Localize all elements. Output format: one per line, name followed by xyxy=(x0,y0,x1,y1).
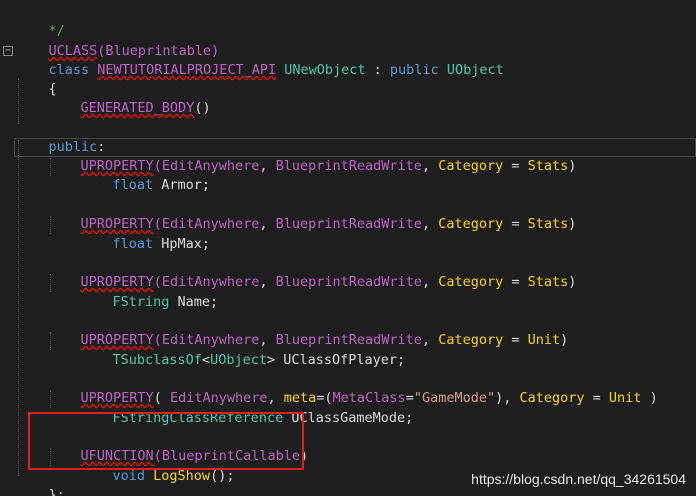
code-line: UPROPERTY( EditAnywhere, meta=(MetaClass… xyxy=(48,370,658,406)
value-token: Unit xyxy=(608,390,642,406)
macro-token: GENERATED_BODY xyxy=(80,100,195,116)
specifier-token: Category xyxy=(438,216,504,232)
specifier-token: BlueprintReadWrite xyxy=(275,274,422,290)
equals-token: = xyxy=(584,390,609,406)
annotation-highlight-box xyxy=(28,412,304,470)
type-token: float xyxy=(112,236,154,252)
value-token: Stats xyxy=(527,216,569,232)
code-line: UCLASS(Blueprintable) xyxy=(16,23,220,59)
type-token: float xyxy=(112,177,154,193)
paren-token: ) xyxy=(568,274,577,290)
collapse-icon[interactable]: − xyxy=(3,46,13,56)
value-token: Unit xyxy=(527,332,561,348)
equals-token: = xyxy=(503,158,528,174)
code-line: UPROPERTY(EditAnywhere, BlueprintReadWri… xyxy=(48,196,577,232)
code-editor[interactable]: − */ UCLASS(Blueprintable) class NEWTUTO… xyxy=(0,0,696,496)
keyword-token: public xyxy=(389,62,439,78)
comma-token: , xyxy=(421,274,439,290)
identifier-token: Name; xyxy=(169,294,219,310)
identifier-token: Armor; xyxy=(153,177,211,193)
parens-token: (); xyxy=(210,468,235,484)
equals-token: = xyxy=(503,332,528,348)
function-name-token: LogShow xyxy=(145,468,211,484)
angle-token: < xyxy=(201,352,211,368)
specifier-token: Category xyxy=(438,274,504,290)
code-line: UPROPERTY(EditAnywhere, BlueprintReadWri… xyxy=(48,254,577,290)
code-line: FString Name; xyxy=(80,274,219,310)
identifier-token: HpMax; xyxy=(153,236,211,252)
type-token: TSubclassOf xyxy=(112,352,202,368)
equals-token: = xyxy=(503,274,528,290)
comma-token: , xyxy=(259,216,276,232)
specifier-token: Category xyxy=(438,332,504,348)
indent-guide xyxy=(18,140,19,476)
specifier-token: Category xyxy=(519,390,585,406)
specifier-token: BlueprintReadWrite xyxy=(275,158,422,174)
template-arg-token: UObject xyxy=(210,352,267,368)
outline-gutter xyxy=(0,0,14,496)
watermark: https://blog.csdn.net/qq_34261504 xyxy=(471,471,686,487)
code-line: TSubclassOf<UObject> UClassOfPlayer; xyxy=(80,332,406,368)
keyword-token: void xyxy=(112,468,146,484)
value-token: Stats xyxy=(527,158,569,174)
specifier-token: Category xyxy=(438,158,504,174)
paren-token: ) xyxy=(568,158,577,174)
code-line: UPROPERTY(EditAnywhere, BlueprintReadWri… xyxy=(48,138,577,174)
brace-token: }; xyxy=(48,487,65,496)
code-line: public: xyxy=(16,119,106,155)
identifier-token: UClassOfPlayer; xyxy=(275,352,406,368)
code-line: */ xyxy=(16,3,65,39)
code-line: GENERATED_BODY() xyxy=(48,80,211,116)
comma-token: , xyxy=(259,158,276,174)
code-line: float Armor; xyxy=(80,157,211,193)
parens-token: () xyxy=(194,100,211,116)
class-name-token: UNewObject xyxy=(284,62,366,78)
separator-token: : xyxy=(365,62,390,78)
code-line: class NEWTUTORIALPROJECT_API UNewObject … xyxy=(16,42,504,78)
base-class-token: UObject xyxy=(446,62,504,78)
paren-token: ) xyxy=(641,390,658,406)
string-token: "GameMode" xyxy=(413,390,496,406)
comma-token: , xyxy=(421,332,439,348)
paren-token: ) xyxy=(568,216,577,232)
specifier-token: BlueprintReadWrite xyxy=(275,216,422,232)
comma-token: , xyxy=(421,158,439,174)
angle-token: > xyxy=(266,352,276,368)
code-line: UPROPERTY(EditAnywhere, BlueprintReadWri… xyxy=(48,312,569,348)
type-token: FString xyxy=(112,294,170,310)
comma-token: , xyxy=(259,274,276,290)
paren-token: ) xyxy=(560,332,569,348)
api-macro-token: NEWTUTORIALPROJECT_API xyxy=(97,62,277,78)
code-line: float HpMax; xyxy=(80,216,211,252)
comma-token: , xyxy=(421,216,439,232)
paren-token: ), xyxy=(495,390,520,406)
value-token: Stats xyxy=(527,274,569,290)
code-line: FStringClassReference UClassGameMode; xyxy=(80,390,414,426)
code-line: { xyxy=(16,61,57,97)
equals-token: = xyxy=(503,216,528,232)
